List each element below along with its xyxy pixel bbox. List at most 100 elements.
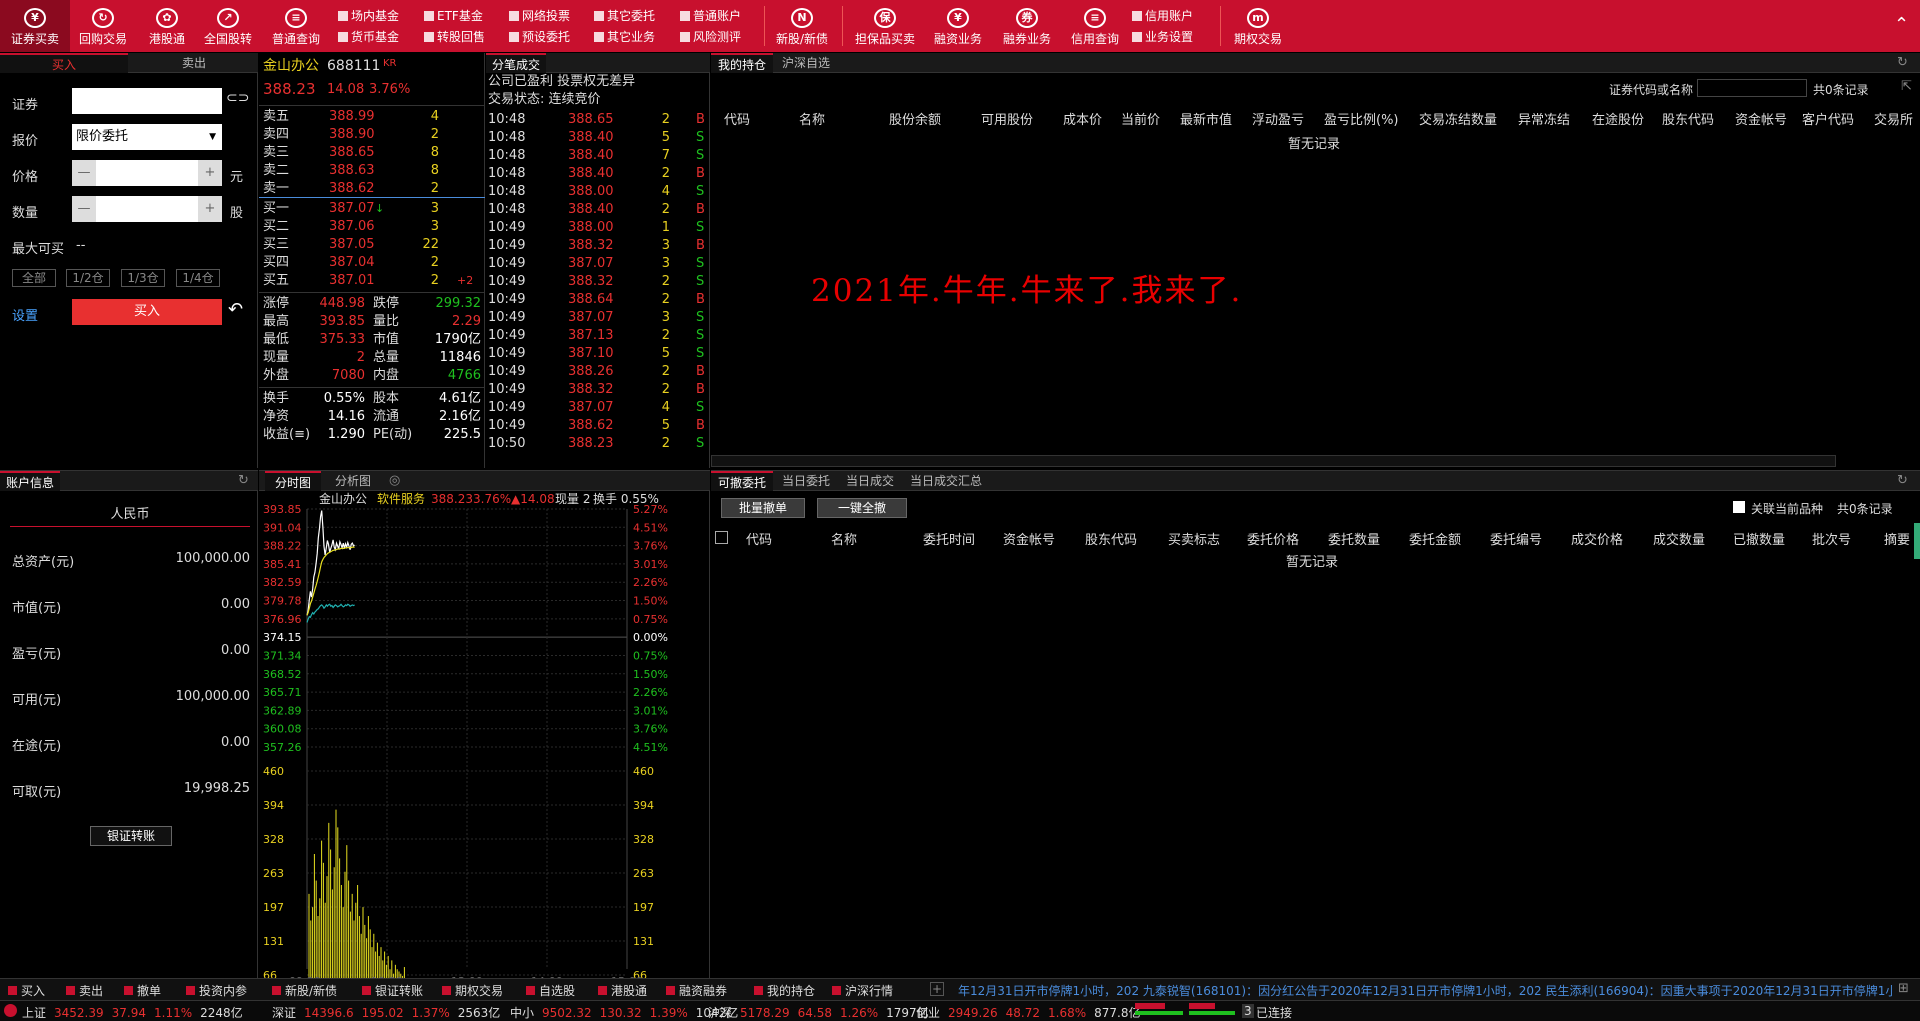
toolbar-query-button[interactable]: ≡ 普通查询 [264,0,328,52]
position-column-header[interactable]: 当前价 [1121,109,1160,128]
vertical-scrollbar[interactable] [1914,523,1920,559]
order-column-header[interactable]: 委托数量 [1328,529,1380,548]
security-code-input[interactable] [72,88,222,114]
cancel-all-button[interactable]: 一键全撤 [817,498,907,518]
chart-settings-icon[interactable]: ◎ [389,473,400,488]
index-item[interactable]: 上证 3452.39 37.94 1.11% 2248亿 [22,1004,251,1021]
bank-transfer-button[interactable]: 银证转账 [90,826,172,846]
tab-cancelable[interactable]: 可撤委托 [711,471,773,491]
order-column-header[interactable]: 已撤数量 [1733,529,1785,548]
shortcut-item[interactable]: 自选股 [526,982,575,999]
tab-today-trades[interactable]: 当日成交 [839,471,901,491]
toolbar-securities-lending-button[interactable]: 券融券业务 [996,0,1058,52]
tab-account-info[interactable]: 账户信息 [0,471,60,491]
tab-sell[interactable]: 卖出 [130,53,258,73]
batch-cancel-button[interactable]: 批量撤单 [721,498,805,518]
price-stepper[interactable]: — + [72,160,222,186]
index-item[interactable]: 创业 2949.26 48.72 1.68% 877.8亿 [916,1004,1148,1021]
horizontal-scrollbar[interactable] [711,455,1836,467]
order-column-header[interactable]: 名称 [831,529,857,548]
news-ticker[interactable]: 年12月31日开市停牌1小时，202 九泰锐智(168101)：因分红公告于20… [958,982,1893,999]
position-column-header[interactable]: 代码 [724,109,750,128]
collapse-toolbar-icon[interactable]: ⌃ [1894,14,1909,35]
alert-icon[interactable] [4,1004,17,1017]
plus-icon[interactable]: + [198,196,222,222]
position-column-header[interactable]: 异常冻结 [1518,109,1570,128]
order-column-header[interactable]: 买卖标志 [1168,529,1220,548]
toolbar-preset-order[interactable]: 预设委托 [509,27,570,47]
position-column-header[interactable]: 浮动盈亏 [1252,109,1304,128]
shortcut-item[interactable]: 买入 [8,982,45,999]
shortcut-item[interactable]: 新股/新债 [272,982,337,999]
order-column-header[interactable]: 委托价格 [1247,529,1299,548]
link-icon[interactable]: ⊂⊃ [226,90,249,106]
add-shortcut-icon[interactable]: + [930,982,944,996]
buy-submit-button[interactable]: 买入 [72,299,222,325]
toolbar-normal-account[interactable]: 普通账户 [680,6,741,26]
shortcut-item[interactable]: 撤单 [124,982,161,999]
tab-trade-summary[interactable]: 当日成交汇总 [903,471,989,491]
price-type-select[interactable]: 限价委托 ▼ [72,124,222,150]
select-all-checkbox[interactable] [715,531,728,544]
order-column-header[interactable]: 成交价格 [1571,529,1623,548]
tab-today-orders[interactable]: 当日委托 [775,471,837,491]
tab-analysis[interactable]: 分析图 [325,471,381,491]
index-item[interactable]: 沪深 5178.29 64.58 1.26% 1797亿 [708,1004,937,1021]
portion-third-button[interactable]: 1/3仓 [121,269,165,287]
shortcut-item[interactable]: 港股通 [598,982,647,999]
position-column-header[interactable]: 名称 [799,109,825,128]
minus-icon[interactable]: — [72,160,96,186]
toolbar-credit-account[interactable]: 信用账户 [1132,6,1193,26]
toolbar-collateral-button[interactable]: 保担保品买卖 [850,0,920,52]
toolbar-neeq-button[interactable]: ↗ 全国股转 [198,0,258,52]
portion-all-button[interactable]: 全部 [12,269,56,287]
toolbar-online-vote[interactable]: 网络投票 [509,6,570,26]
toolbar-trade-button[interactable]: ¥ 证券买卖 [0,0,70,52]
order-column-header[interactable]: 批次号 [1812,529,1851,548]
intraday-chart[interactable]: 金山办公 软件服务 388.23 3.76% ▲14.08 现量 2 换手 0.55%393… [259,491,710,979]
ticker-menu-icon[interactable]: ⊞ [1898,981,1909,996]
shortcut-item[interactable]: 沪深行情 [832,982,893,999]
tab-watchlist[interactable]: 沪深自选 [775,53,837,73]
order-column-header[interactable]: 代码 [746,529,772,548]
toolbar-credit-query-button[interactable]: ≡ 信用查询 [1064,0,1126,52]
reset-icon[interactable]: ↶ [228,299,243,320]
position-column-header[interactable]: 可用股份 [981,109,1033,128]
quantity-stepper[interactable]: — + [72,196,222,222]
toolbar-onsite-fund[interactable]: 场内基金 [338,6,399,26]
toolbar-risk-eval[interactable]: 风险测评 [680,27,741,47]
toolbar-margin-finance-button[interactable]: ¥ 融资业务 [926,0,990,52]
refresh-icon[interactable]: ↻ [1897,55,1908,70]
portion-quarter-button[interactable]: 1/4仓 [176,269,220,287]
shortcut-item[interactable]: 银证转账 [362,982,423,999]
order-column-header[interactable]: 委托时间 [923,529,975,548]
tab-buy[interactable]: 买入 [0,53,128,73]
toolbar-ipo-button[interactable]: N 新股/新债 [770,0,834,52]
toolbar-hk-connect-button[interactable]: ✿ 港股通 [138,0,196,52]
order-column-header[interactable]: 委托金额 [1409,529,1461,548]
link-current-checkbox[interactable] [1733,501,1745,513]
toolbar-business-settings[interactable]: 业务设置 [1132,27,1193,47]
position-column-header[interactable]: 资金帐号 [1735,109,1787,128]
position-column-header[interactable]: 成本价 [1063,109,1102,128]
order-column-header[interactable]: 委托编号 [1490,529,1542,548]
toolbar-etf-fund[interactable]: ETF基金 [424,6,483,26]
shortcut-item[interactable]: 融资融券 [666,982,727,999]
plus-icon[interactable]: + [198,160,222,186]
minus-icon[interactable]: — [72,196,96,222]
shortcut-item[interactable]: 期权交易 [442,982,503,999]
settings-link[interactable]: 设置 [12,305,38,324]
order-column-header[interactable]: 成交数量 [1653,529,1705,548]
toolbar-options-button[interactable]: m 期权交易 [1226,0,1290,52]
toolbar-other-business[interactable]: 其它业务 [594,27,655,47]
order-column-header[interactable]: 股东代码 [1085,529,1137,548]
tab-ticks[interactable]: 分笔成交 [486,53,546,73]
position-column-header[interactable]: 交易所 [1874,109,1913,128]
portion-half-button[interactable]: 1/2仓 [66,269,110,287]
index-item[interactable]: 深证 14396.6 195.02 1.37% 2563亿 [272,1004,508,1021]
position-column-header[interactable]: 股份余额 [889,109,941,128]
shortcut-item[interactable]: 投资内参 [186,982,247,999]
tab-intraday[interactable]: 分时图 [265,471,321,491]
shortcut-item[interactable]: 卖出 [66,982,103,999]
order-column-header[interactable]: 摘要 [1884,529,1910,548]
